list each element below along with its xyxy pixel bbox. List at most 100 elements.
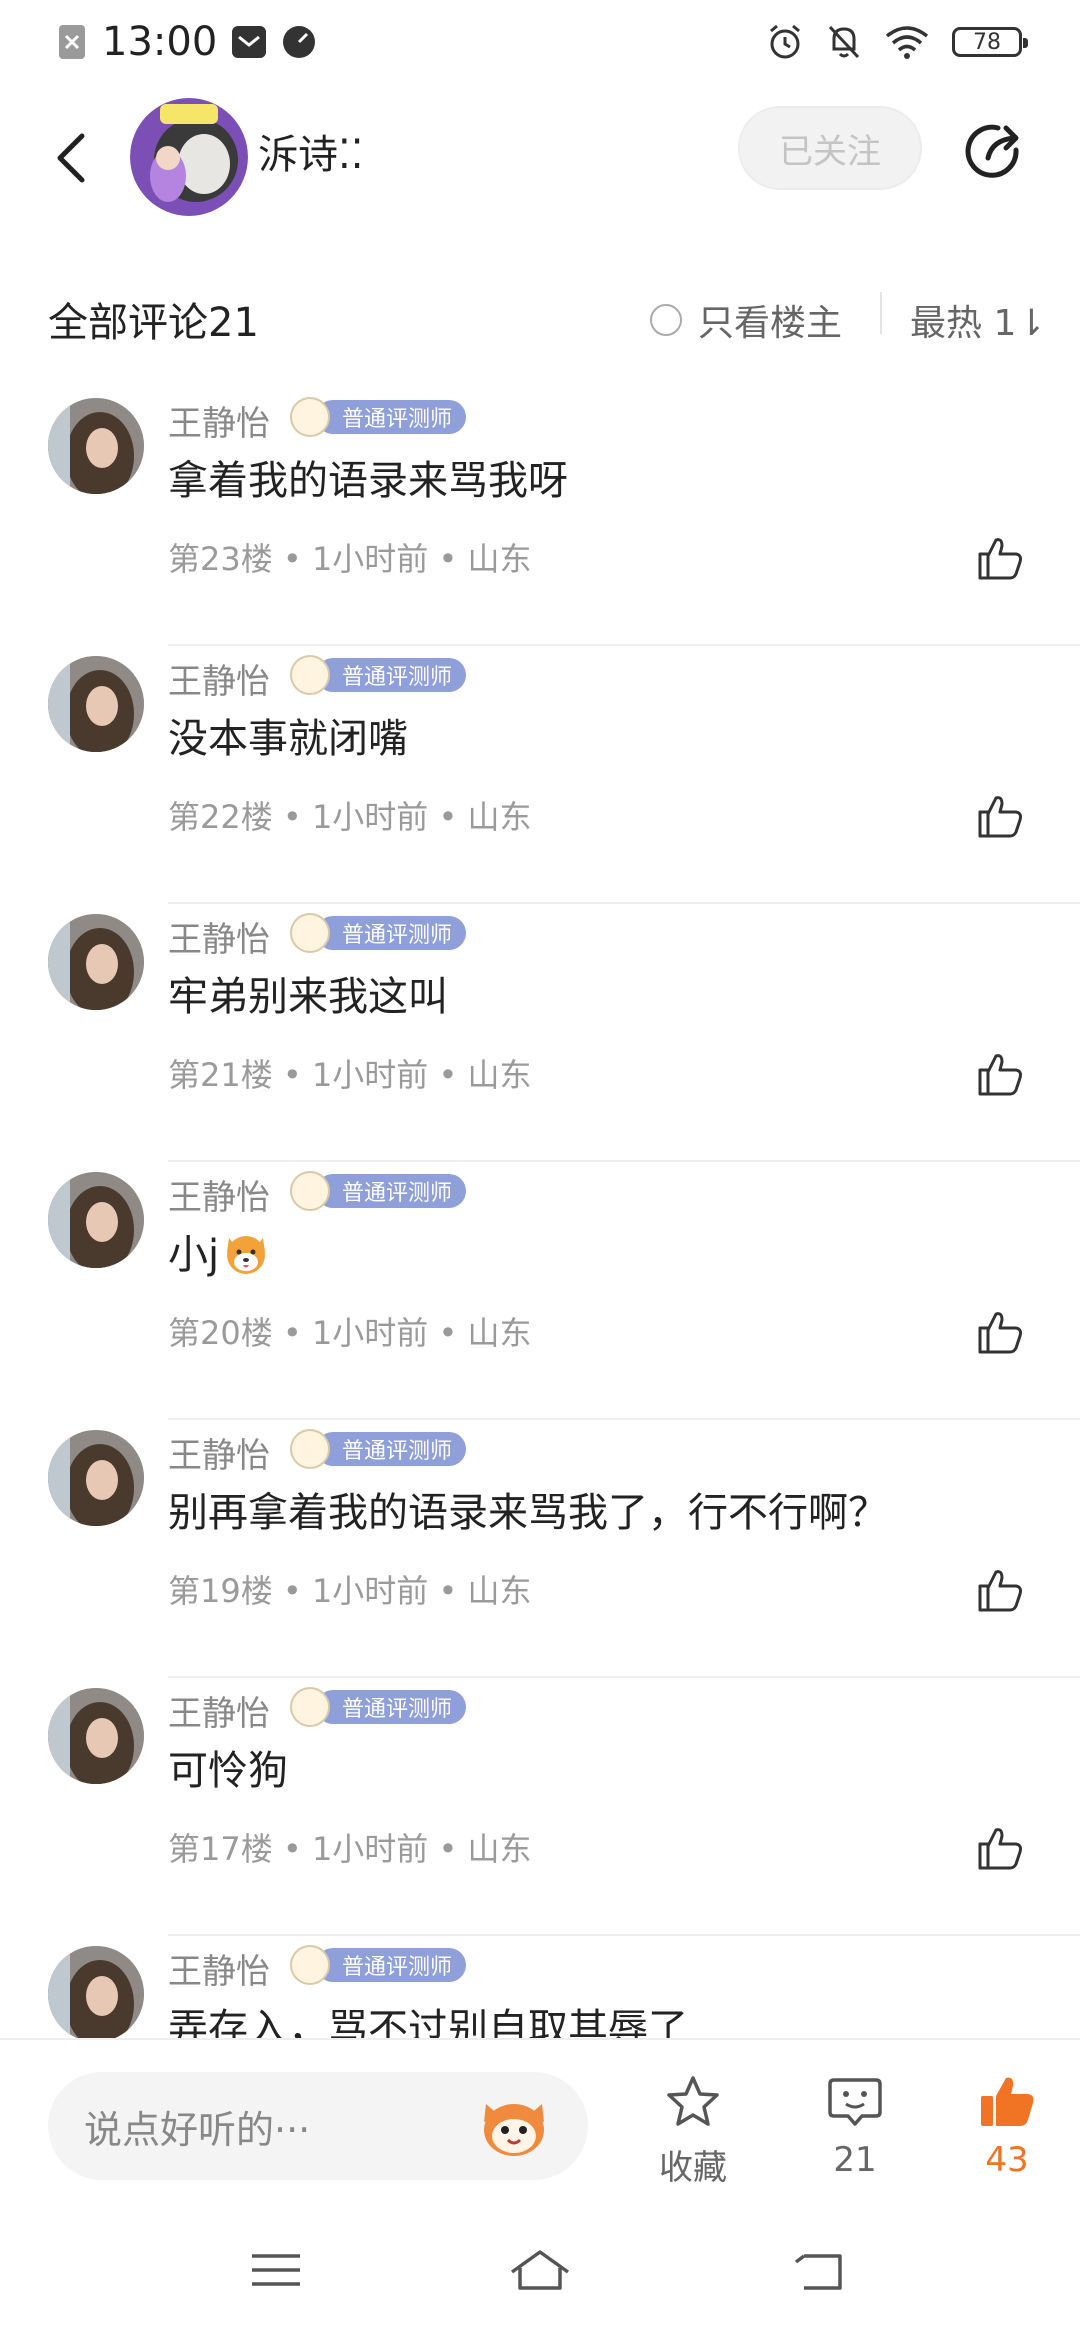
medal-icon (290, 1945, 330, 1985)
thumbs-up-filled-icon (981, 2077, 1034, 2126)
comment-item: 王静怡 普通评测师 小j 第20楼 • 1小时前 • 山东 (0, 1162, 1080, 1420)
medal-icon (290, 655, 330, 695)
badge-label: 普通评测师 (316, 1174, 467, 1208)
like-icon[interactable] (974, 790, 1026, 842)
avatar[interactable] (48, 1172, 144, 1268)
comment-text: 小j (168, 1222, 269, 1280)
comment-text-content: 小j (168, 1232, 220, 1278)
like-icon[interactable] (974, 532, 1026, 584)
rank-badge: 普通评测师 (290, 1429, 467, 1469)
comment-text: 拿着我的语录来骂我呀 (168, 458, 568, 504)
status-bar: 13:00 78 (0, 0, 1080, 84)
sort-dropdown[interactable]: 最热 1⇂ (910, 294, 1047, 346)
battery-indicator: 78 (952, 27, 1028, 57)
comments-title: 全部评论21 (48, 300, 259, 346)
favorite-label: 收藏 (659, 2148, 727, 2188)
mail-icon (232, 26, 267, 58)
wifi-icon (885, 26, 929, 59)
avatar-image (48, 398, 144, 494)
status-time: 13:00 (102, 19, 218, 65)
comment-item: 王静怡 普通评测师 可怜狗 第17楼 • 1小时前 • 山东 (0, 1678, 1080, 1936)
commenter-name[interactable]: 王静怡 (168, 396, 270, 445)
badge-label: 普通评测师 (316, 400, 467, 434)
bottom-action-bar: 说点好听的··· 收藏 21 43 (0, 2038, 1080, 2200)
divider (880, 292, 882, 334)
comment-count: 21 (833, 2140, 877, 2180)
author-avatar[interactable] (130, 98, 248, 216)
like-icon[interactable] (974, 1564, 1026, 1616)
badge-label: 普通评测师 (316, 1690, 467, 1724)
medal-icon (290, 397, 330, 437)
avatar-image (48, 656, 144, 752)
back-icon[interactable] (48, 128, 98, 188)
badge-label: 普通评测师 (316, 916, 467, 950)
mascot-emoji-icon[interactable] (476, 2090, 552, 2160)
speed-icon (283, 26, 316, 58)
comment-meta: 第19楼 • 1小时前 • 山东 (168, 1572, 532, 1610)
comment-text: 可怜狗 (168, 1748, 288, 1794)
only-op-toggle[interactable]: 只看楼主 (650, 294, 842, 346)
shiba-dog-emoji-icon (227, 1236, 266, 1274)
comments-button[interactable]: 21 (800, 2074, 910, 2180)
menu-icon[interactable] (244, 2242, 308, 2298)
avatar-image (48, 1688, 144, 1784)
rank-badge: 普通评测师 (290, 913, 467, 953)
badge-label: 普通评测师 (316, 1432, 467, 1466)
avatar[interactable] (48, 398, 144, 494)
home-icon[interactable] (508, 2242, 572, 2298)
like-post-button[interactable]: 43 (952, 2074, 1062, 2180)
radio-icon (650, 304, 682, 336)
comment-item: 王静怡 普通评测师 没本事就闭嘴 第22楼 • 1小时前 • 山东 (0, 646, 1080, 904)
avatar[interactable] (48, 656, 144, 752)
medal-icon (290, 1429, 330, 1469)
rank-badge: 普通评测师 (290, 655, 467, 695)
post-header: 泝诗⁚⁚ 已关注 (0, 84, 1080, 234)
commenter-name[interactable]: 王静怡 (168, 654, 270, 703)
comment-text: 别再拿着我的语录来骂我了，行不行啊？ (168, 1490, 888, 1536)
share-icon[interactable] (962, 120, 1026, 184)
avatar[interactable] (48, 1946, 144, 2042)
medal-icon (290, 1171, 330, 1211)
only-op-label: 只看楼主 (698, 303, 843, 344)
comment-meta: 第20楼 • 1小时前 • 山东 (168, 1314, 532, 1352)
badge-label: 普通评测师 (316, 1948, 467, 1982)
rank-badge: 普通评测师 (290, 1687, 467, 1727)
author-avatar-image (130, 98, 248, 216)
like-count: 43 (985, 2140, 1029, 2180)
avatar-image (48, 1172, 144, 1268)
rank-badge: 普通评测师 (290, 397, 467, 437)
battery-level: 78 (973, 29, 1001, 55)
comment-list: 王静怡 普通评测师 拿着我的语录来骂我呀 第23楼 • 1小时前 • 山东 王静… (0, 388, 1080, 2194)
avatar[interactable] (48, 1688, 144, 1784)
author-name[interactable]: 泝诗⁚⁚ (258, 122, 363, 180)
rank-badge: 普通评测师 (290, 1945, 467, 1985)
star-icon (667, 2076, 719, 2126)
like-icon[interactable] (974, 1048, 1026, 1100)
medal-icon (290, 1687, 330, 1727)
comment-meta: 第22楼 • 1小时前 • 山东 (168, 798, 532, 836)
comment-meta: 第23楼 • 1小时前 • 山东 (168, 540, 532, 578)
comment-icon (828, 2078, 882, 2126)
follow-button[interactable]: 已关注 (738, 106, 922, 190)
commenter-name[interactable]: 王静怡 (168, 1170, 270, 1219)
like-icon[interactable] (974, 1822, 1026, 1874)
comment-item: 王静怡 普通评测师 拿着我的语录来骂我呀 第23楼 • 1小时前 • 山东 (0, 388, 1080, 646)
avatar[interactable] (48, 914, 144, 1010)
commenter-name[interactable]: 王静怡 (168, 1686, 270, 1735)
return-icon[interactable] (790, 2242, 854, 2298)
favorite-button[interactable]: 收藏 (638, 2074, 748, 2189)
commenter-name[interactable]: 王静怡 (168, 1428, 270, 1477)
comment-item: 王静怡 普通评测师 牢弟别来我这叫 第21楼 • 1小时前 • 山东 (0, 904, 1080, 1162)
avatar[interactable] (48, 1430, 144, 1526)
comments-header: 全部评论21 只看楼主 最热 1⇂ (0, 270, 1080, 360)
comment-meta: 第21楼 • 1小时前 • 山东 (168, 1056, 532, 1094)
mute-bell-icon (828, 25, 860, 59)
comment-text: 没本事就闭嘴 (168, 716, 408, 762)
like-icon[interactable] (974, 1306, 1026, 1358)
badge-label: 普通评测师 (316, 658, 467, 692)
commenter-name[interactable]: 王静怡 (168, 912, 270, 961)
alarm-icon (770, 24, 800, 59)
rank-badge: 普通评测师 (290, 1171, 467, 1211)
comment-text: 牢弟别来我这叫 (168, 974, 448, 1020)
commenter-name[interactable]: 王静怡 (168, 1944, 270, 1993)
